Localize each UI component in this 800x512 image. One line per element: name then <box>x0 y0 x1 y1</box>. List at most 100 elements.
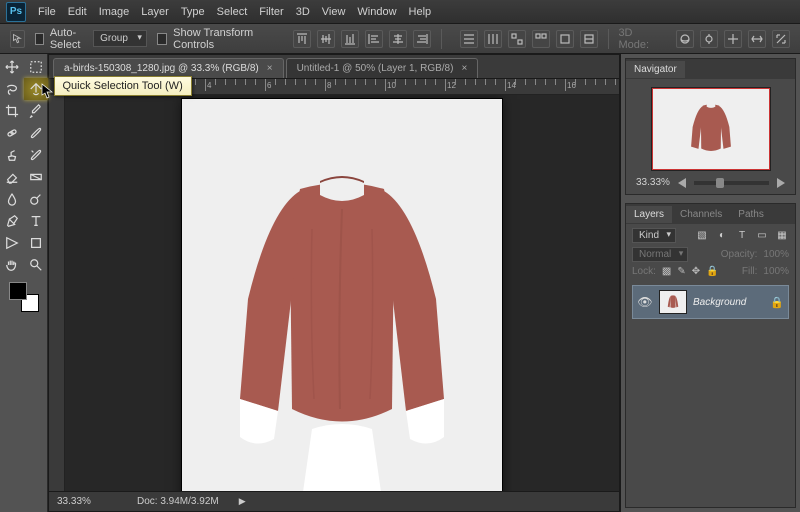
lock-label: Lock: <box>632 266 656 277</box>
canvas[interactable] <box>182 99 502 491</box>
pen-tool[interactable] <box>0 210 24 232</box>
navigator-zoom-row: 33.33% <box>630 175 791 190</box>
menu-view[interactable]: View <box>322 6 346 18</box>
align-bottom-icon[interactable] <box>341 30 359 48</box>
close-icon[interactable]: × <box>267 63 273 74</box>
path-tool[interactable] <box>0 232 24 254</box>
healing-tool[interactable] <box>0 122 24 144</box>
opacity-label: Opacity: <box>721 249 758 260</box>
dist-2-icon[interactable] <box>484 30 502 48</box>
layer-visibility-icon[interactable]: 👁 <box>637 295 653 309</box>
dodge-tool[interactable] <box>24 188 48 210</box>
color-swatches[interactable] <box>9 282 39 312</box>
crop-tool[interactable] <box>0 100 24 122</box>
status-menu-arrow-icon[interactable]: ▶ <box>239 496 246 507</box>
mode3d-orbit-icon[interactable] <box>676 30 694 48</box>
move-tool[interactable] <box>0 56 24 78</box>
show-transform-label: Show Transform Controls <box>173 27 275 51</box>
filter-adjust-icon[interactable]: ◐ <box>715 229 729 243</box>
eyedropper-tool[interactable] <box>24 100 48 122</box>
align-hcenter-icon[interactable] <box>389 30 407 48</box>
align-vcenter-icon[interactable] <box>317 30 335 48</box>
lock-pixels-icon[interactable]: ✎ <box>677 266 685 277</box>
history-brush-tool[interactable] <box>24 144 48 166</box>
paths-tab[interactable]: Paths <box>730 206 772 223</box>
layers-tab[interactable]: Layers <box>626 206 672 223</box>
panel-tabs: Layers Channels Paths <box>626 204 795 224</box>
zoom-tool[interactable] <box>24 254 48 276</box>
menu-help[interactable]: Help <box>409 6 432 18</box>
layer-name[interactable]: Background <box>693 297 746 308</box>
layer-lock-icon[interactable]: 🔒 <box>770 296 784 309</box>
align-left-icon[interactable] <box>365 30 383 48</box>
shape-tool[interactable] <box>24 232 48 254</box>
layers-panel: Layers Channels Paths Kind ▧ ◐ T ▭ ▦ <box>625 203 796 508</box>
dist-4-icon[interactable] <box>532 30 550 48</box>
navigator-thumbnail[interactable] <box>651 87 771 171</box>
document-tab[interactable]: Untitled-1 @ 50% (Layer 1, RGB/8)× <box>286 58 479 78</box>
filter-type-icon[interactable]: T <box>735 229 749 243</box>
dist-5-icon[interactable] <box>556 30 574 48</box>
filter-pixel-icon[interactable]: ▧ <box>695 229 709 243</box>
mode3d-slide-icon[interactable] <box>748 30 766 48</box>
clone-tool[interactable] <box>0 144 24 166</box>
filter-smart-icon[interactable]: ▦ <box>775 229 789 243</box>
menu-select[interactable]: Select <box>217 6 248 18</box>
ruler-vertical[interactable] <box>49 95 65 491</box>
option-separator <box>441 29 442 49</box>
menu-filter[interactable]: Filter <box>259 6 283 18</box>
foreground-color-swatch[interactable] <box>9 282 27 300</box>
mode3d-icons <box>676 30 790 48</box>
mode3d-roll-icon[interactable] <box>700 30 718 48</box>
show-transform-checkbox[interactable] <box>157 33 167 45</box>
status-bar: 33.33% Doc: 3.94M/3.92M ▶ <box>49 491 619 511</box>
blur-tool[interactable] <box>0 188 24 210</box>
opacity-value[interactable]: 100% <box>763 249 789 260</box>
menu-file[interactable]: File <box>38 6 56 18</box>
menu-edit[interactable]: Edit <box>68 6 87 18</box>
layer-filter-kind[interactable]: Kind <box>632 228 676 243</box>
option-separator-2 <box>608 29 609 49</box>
lasso-tool[interactable] <box>0 78 24 100</box>
auto-select-checkbox[interactable] <box>35 33 44 45</box>
brush-tool[interactable] <box>24 122 48 144</box>
zoom-in-icon[interactable] <box>777 178 785 188</box>
dist-1-icon[interactable] <box>460 30 478 48</box>
auto-select-dropdown[interactable]: Group <box>93 30 147 47</box>
menu-type[interactable]: Type <box>181 6 205 18</box>
canvas-viewport[interactable] <box>65 95 619 491</box>
zoom-out-icon[interactable] <box>678 178 686 188</box>
mode3d-pan-icon[interactable] <box>724 30 742 48</box>
layer-thumbnail[interactable] <box>659 290 687 314</box>
navigator-zoom-slider[interactable] <box>694 181 769 185</box>
type-tool[interactable] <box>24 210 48 232</box>
menu-image[interactable]: Image <box>99 6 130 18</box>
dist-3-icon[interactable] <box>508 30 526 48</box>
lock-position-icon[interactable]: ✥ <box>692 266 700 277</box>
lock-all-icon[interactable]: 🔒 <box>706 266 718 277</box>
status-zoom[interactable]: 33.33% <box>57 496 117 507</box>
navigator-tab[interactable]: Navigator <box>626 61 685 78</box>
align-top-icon[interactable] <box>293 30 311 48</box>
marquee-tool[interactable] <box>24 56 48 78</box>
navigator-viewbox[interactable] <box>652 88 770 170</box>
toolbox: Quick Selection Tool (W) <box>0 54 48 512</box>
close-icon[interactable]: × <box>461 63 467 74</box>
quick-selection-tool[interactable]: Quick Selection Tool (W) <box>24 78 48 100</box>
hand-tool[interactable] <box>0 254 24 276</box>
layer-row[interactable]: 👁 Background 🔒 <box>632 285 789 319</box>
fill-value[interactable]: 100% <box>763 266 789 277</box>
eraser-tool[interactable] <box>0 166 24 188</box>
gradient-tool[interactable] <box>24 166 48 188</box>
dist-6-icon[interactable] <box>580 30 598 48</box>
menu-3d[interactable]: 3D <box>296 6 310 18</box>
filter-shape-icon[interactable]: ▭ <box>755 229 769 243</box>
document-tab-active[interactable]: a-birds-150308_1280.jpg @ 33.3% (RGB/8)× <box>53 58 284 78</box>
blend-mode-select[interactable]: Normal <box>632 247 688 262</box>
menu-window[interactable]: Window <box>357 6 396 18</box>
menu-layer[interactable]: Layer <box>141 6 169 18</box>
align-right-icon[interactable] <box>413 30 431 48</box>
mode3d-scale-icon[interactable] <box>772 30 790 48</box>
lock-trans-icon[interactable]: ▩ <box>662 266 671 277</box>
channels-tab[interactable]: Channels <box>672 206 730 223</box>
